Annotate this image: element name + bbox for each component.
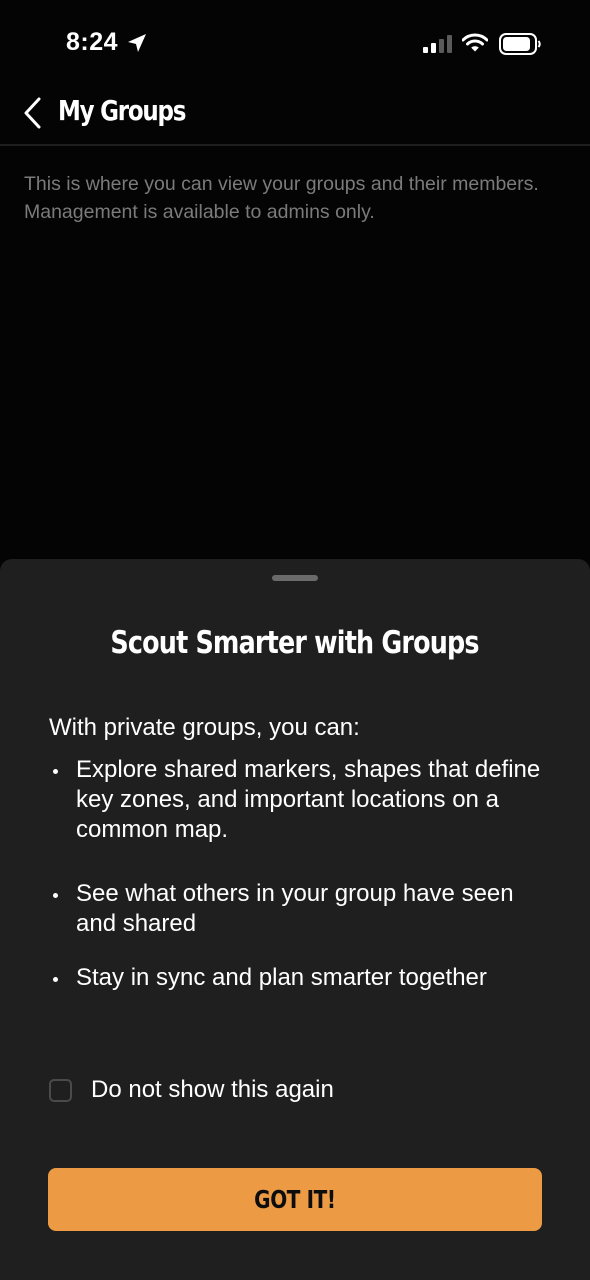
nav-header: My Groups <box>0 88 590 146</box>
sheet-title-text: Scout Smarter with Groups <box>110 625 480 661</box>
screen: 8:24 My Groups This is where you can vie… <box>0 0 590 1280</box>
status-time: 8:24 <box>66 28 119 56</box>
status-bar: 8:24 <box>0 0 590 88</box>
feature-item: Explore shared markers, shapes that defi… <box>49 755 549 845</box>
feature-item: See what others in your group have seen … <box>49 879 549 939</box>
sheet-title: Scout Smarter with Groups <box>0 625 590 661</box>
cellular-signal-icon <box>423 35 452 53</box>
dont-show-again-checkbox[interactable] <box>49 1078 72 1102</box>
sheet-grabber[interactable] <box>272 575 318 581</box>
feature-item: Stay in sync and plan smarter together <box>49 963 549 993</box>
page-title: My Groups <box>58 94 186 127</box>
bottom-sheet: Scout Smarter with Groups With private g… <box>0 559 590 1280</box>
dont-show-again-row[interactable]: Do not show this again <box>49 1075 334 1105</box>
feature-list: Explore shared markers, shapes that defi… <box>49 755 549 993</box>
sheet-intro: With private groups, you can: <box>49 714 360 741</box>
battery-icon <box>499 33 541 55</box>
dont-show-again-label[interactable]: Do not show this again <box>91 1076 334 1104</box>
got-it-button[interactable]: GOT IT! <box>48 1168 542 1231</box>
chevron-left-icon[interactable] <box>22 96 46 130</box>
location-arrow-icon <box>128 34 146 52</box>
page-description: This is where you can view your groups a… <box>24 173 539 223</box>
wifi-icon <box>462 33 488 52</box>
got-it-button-label: GOT IT! <box>254 1185 336 1214</box>
